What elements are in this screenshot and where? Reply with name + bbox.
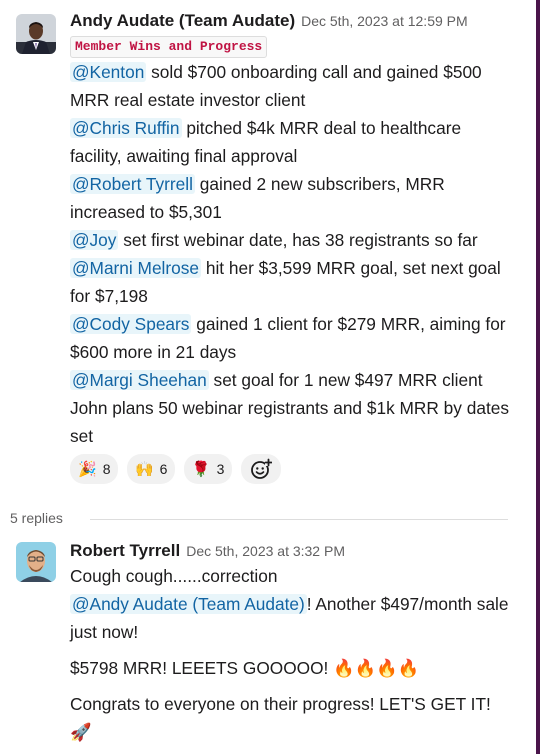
- reply-line: Congrats to everyone on their progress! …: [70, 694, 491, 742]
- message-line: @Margi Sheehan set goal for 1 new $497 M…: [70, 366, 514, 394]
- mention-marni-melrose[interactable]: @Marni Melrose: [70, 258, 202, 278]
- timestamp[interactable]: Dec 5th, 2023 at 12:59 PM: [301, 13, 468, 29]
- message-line: @Joy set first webinar date, has 38 regi…: [70, 226, 514, 254]
- replies-count[interactable]: 5 replies: [10, 510, 73, 526]
- reaction-raised-hands[interactable]: 🙌 6: [126, 454, 176, 484]
- reply-body: Cough cough......correction @Andy Audate…: [70, 562, 514, 746]
- reply-line: @Andy Audate (Team Audate)! Another $497…: [70, 590, 514, 646]
- message-line: @Robert Tyrrell gained 2 new subscribers…: [70, 170, 514, 226]
- add-reaction-icon: [250, 458, 272, 479]
- mention-margi-sheehan[interactable]: @Margi Sheehan: [70, 370, 209, 390]
- reaction-rose[interactable]: 🌹 3: [183, 454, 233, 484]
- timestamp[interactable]: Dec 5th, 2023 at 3:32 PM: [186, 543, 345, 559]
- author-name[interactable]: Robert Tyrrell: [70, 541, 180, 560]
- mention-joy[interactable]: @Joy: [70, 230, 119, 250]
- mention-cody-spears[interactable]: @Cody Spears: [70, 314, 192, 334]
- add-reaction-button[interactable]: [240, 454, 281, 484]
- reply-line: $5798 MRR! LEEETS GOOOOO! 🔥🔥🔥🔥: [70, 658, 420, 678]
- reactions-bar: 🎉 8 🙌 6 🌹 3: [70, 454, 514, 486]
- divider-line: [90, 519, 508, 520]
- message-text: set goal for 1 new $497 MRR client: [208, 370, 483, 390]
- message-line: @Kenton sold $700 onboarding call and ga…: [70, 58, 514, 114]
- reaction-count: 8: [102, 461, 111, 477]
- raised-hands-icon: 🙌: [134, 461, 154, 478]
- thread-replies-divider: 5 replies: [10, 508, 508, 528]
- message-line: @Chris Ruffin pitched $4k MRR deal to he…: [70, 114, 514, 170]
- avatar[interactable]: [16, 14, 56, 54]
- avatar[interactable]: [16, 542, 56, 582]
- reply-line: Cough cough......correction: [70, 566, 278, 586]
- author-name[interactable]: Andy Audate (Team Audate): [70, 11, 295, 30]
- mention-kenton[interactable]: @Kenton: [70, 62, 147, 82]
- message-line: @Cody Spears gained 1 client for $279 MR…: [70, 310, 514, 366]
- window-edge-bar: [536, 0, 540, 754]
- message-line: John plans 50 webinar registrants and $1…: [70, 398, 509, 446]
- reaction-count: 3: [216, 461, 225, 477]
- mention-andy-audate[interactable]: @Andy Audate (Team Audate): [70, 594, 307, 614]
- message-text: set first webinar date, has 38 registran…: [118, 230, 478, 250]
- code-tag: Member Wins and Progress: [70, 36, 268, 58]
- reaction-count: 6: [159, 461, 168, 477]
- message-line: @Marni Melrose hit her $3,599 MRR goal, …: [70, 254, 514, 310]
- message-body: @Kenton sold $700 onboarding call and ga…: [70, 58, 514, 450]
- party-popper-icon: 🎉: [78, 461, 97, 478]
- mention-chris-ruffin[interactable]: @Chris Ruffin: [70, 118, 182, 138]
- mention-robert-tyrrell[interactable]: @Robert Tyrrell: [70, 174, 195, 194]
- reaction-party[interactable]: 🎉 8: [70, 454, 119, 484]
- rose-icon: 🌹: [191, 461, 211, 478]
